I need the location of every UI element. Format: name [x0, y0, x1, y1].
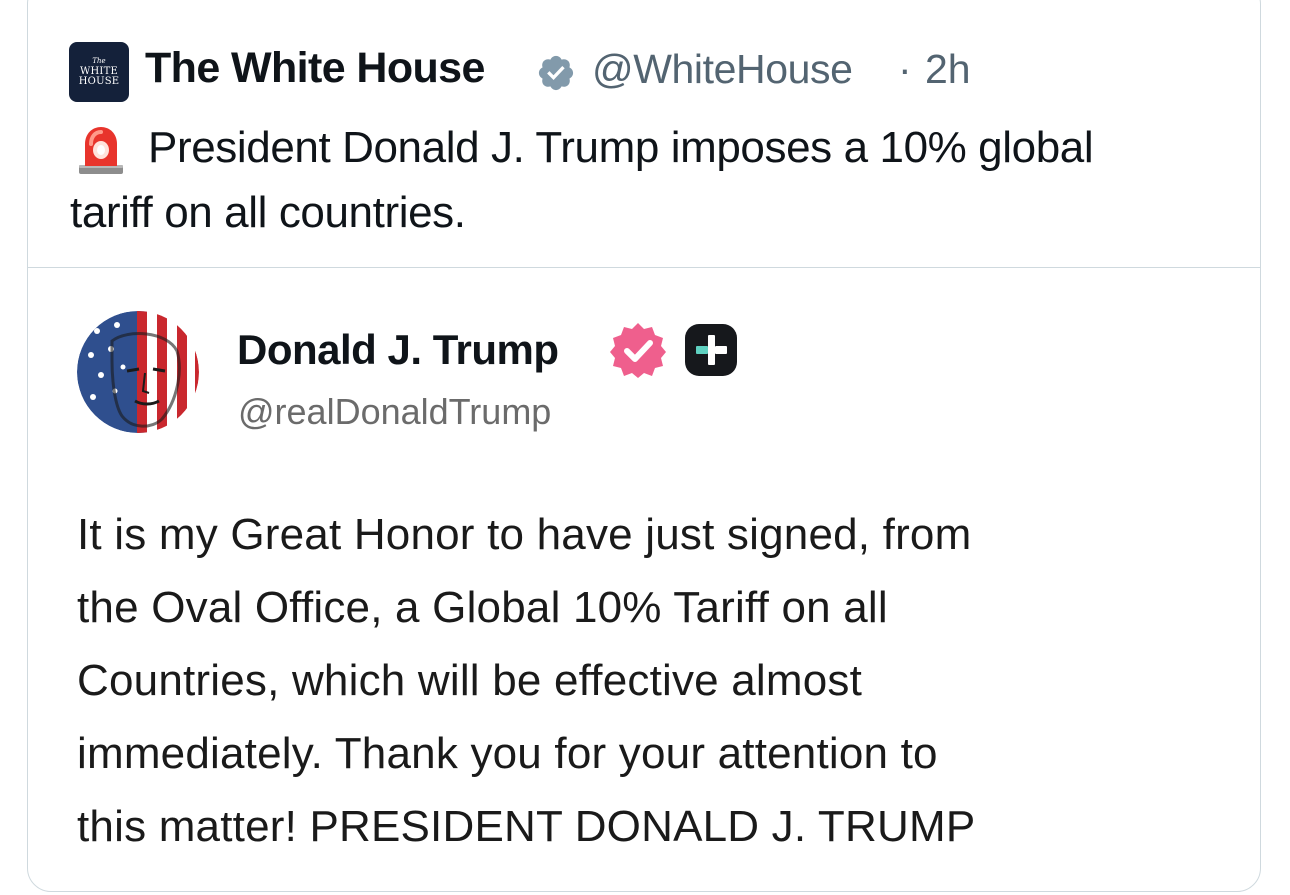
- quoted-post-line: this matter! PRESIDENT DONALD J. TRUMP: [77, 802, 976, 851]
- white-house-avatar[interactable]: The WHITE HOUSE: [69, 42, 129, 102]
- meta-separator: ·: [898, 46, 912, 92]
- quoted-author-display-name[interactable]: Donald J. Trump: [237, 326, 559, 374]
- author-handle[interactable]: @WhiteHouse: [592, 46, 853, 93]
- post-timestamp[interactable]: 2h: [925, 46, 971, 93]
- post-text-line: tariff on all countries.: [70, 188, 466, 237]
- avatar-text-house: HOUSE: [78, 75, 120, 87]
- rotating-light-icon: [79, 127, 123, 174]
- quoted-post-line: the Oval Office, a Global 10% Tariff on …: [77, 583, 888, 632]
- avatar-text-white: WHITE: [80, 65, 118, 77]
- quoted-post-line: immediately. Thank you for your attentio…: [77, 729, 938, 778]
- post-text-line: President Donald J. Trump imposes a 10% …: [148, 123, 1094, 172]
- verified-badge-icon: [538, 55, 574, 91]
- avatar-text-the: The: [92, 56, 106, 65]
- quoted-post-line: Countries, which will be effective almos…: [77, 656, 863, 705]
- plus-badge-icon: [685, 324, 737, 376]
- trump-avatar[interactable]: [77, 311, 199, 433]
- quoted-author-handle[interactable]: @realDonaldTrump: [238, 391, 551, 433]
- author-display-name[interactable]: The White House: [145, 44, 485, 93]
- quoted-post-body: It is my Great Honor to have just signed…: [77, 498, 1237, 863]
- divider: [27, 267, 1261, 268]
- quoted-post-line: It is my Great Honor to have just signed…: [77, 510, 972, 559]
- verified-badge-icon: [610, 323, 666, 378]
